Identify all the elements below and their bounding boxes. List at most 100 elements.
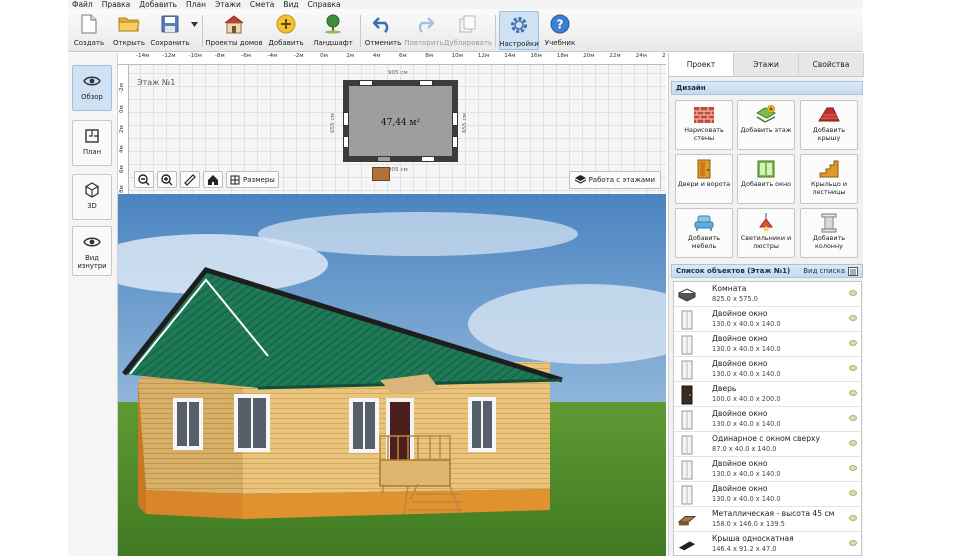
add-button[interactable]: Добавить xyxy=(268,11,304,50)
zoom-out-button[interactable] xyxy=(134,171,154,188)
settings-button[interactable]: Настройки xyxy=(499,11,539,50)
ruler-tick: -2м xyxy=(119,83,125,93)
tab-properties[interactable]: Свойства xyxy=(799,53,864,76)
object-list-item[interactable]: Крыша односкатная 146.4 x 91.2 x 47.0 xyxy=(674,532,861,555)
add-floor-button[interactable]: Добавить этаж xyxy=(737,100,795,150)
visibility-toggle-icon[interactable] xyxy=(849,490,857,496)
object-list-item[interactable]: Двойное окно 130.0 x 40.0 x 140.0 xyxy=(674,332,861,357)
menu-file[interactable]: Файл xyxy=(72,0,93,9)
object-list-item[interactable]: Одинарное с окном сверху 87.0 x 40.0 x 14… xyxy=(674,432,861,457)
create-button[interactable]: Создать xyxy=(72,11,106,50)
menu-edit[interactable]: Правка xyxy=(102,0,131,9)
save-button[interactable]: Сохранить xyxy=(150,11,190,50)
object-size: 130.0 x 40.0 x 140.0 xyxy=(712,345,781,353)
redo-button[interactable]: Повторить xyxy=(404,11,444,50)
room-area-label: 47,44 м² xyxy=(380,118,421,128)
visibility-toggle-icon[interactable] xyxy=(849,315,857,321)
visibility-toggle-icon[interactable] xyxy=(849,465,857,471)
object-size: 825.0 x 575.0 xyxy=(712,295,758,303)
visibility-toggle-icon[interactable] xyxy=(849,390,857,396)
tutorial-button[interactable]: ? Учебник xyxy=(542,11,578,50)
object-list-item[interactable]: Двойное окно 130.0 x 40.0 x 140.0 xyxy=(674,407,861,432)
floors-work-button[interactable]: Работа с этажами xyxy=(568,171,661,189)
plan-window[interactable] xyxy=(419,80,433,86)
save-dropdown-arrow[interactable] xyxy=(190,11,198,50)
menu-plan[interactable]: План xyxy=(186,0,206,9)
plan-door[interactable] xyxy=(377,156,391,162)
add-column-button[interactable]: Добавить колонну xyxy=(800,208,858,258)
open-button[interactable]: Открыть xyxy=(112,11,146,50)
svg-text:?: ? xyxy=(557,18,564,32)
inside-view-button[interactable]: Вид изнутри xyxy=(72,226,112,276)
add-roof-button[interactable]: Добавить крышу xyxy=(800,100,858,150)
doors-gates-button[interactable]: Двери и ворота xyxy=(675,154,733,204)
zoom-out-icon xyxy=(138,173,150,185)
ruler-tick: 0м xyxy=(119,105,125,113)
visibility-toggle-icon[interactable] xyxy=(849,290,857,296)
plan-window[interactable] xyxy=(421,156,435,162)
floor-plan-canvas[interactable]: -14м -12м -10м -8м -6м -4м -2м 0м 2м 4м 6м 8м 10м 12м… xyxy=(118,53,666,194)
visibility-toggle-icon[interactable] xyxy=(849,340,857,346)
menu-help[interactable]: Справка xyxy=(308,0,341,9)
house-projects-button[interactable]: Проекты домов xyxy=(205,11,263,50)
tab-floors[interactable]: Этажи xyxy=(734,53,799,76)
visibility-toggle-icon[interactable] xyxy=(849,365,857,371)
dimensions-button[interactable]: Размеры xyxy=(226,171,279,188)
3d-view-button[interactable]: 3D xyxy=(72,174,112,220)
add-furniture-button[interactable]: Добавить мебель xyxy=(675,208,733,258)
home-view-button[interactable] xyxy=(203,171,223,188)
right-panel: Проект Этажи Свойства Дизайн Нарисовать … xyxy=(668,53,864,556)
visibility-toggle-icon[interactable] xyxy=(849,540,857,546)
plan-view-button[interactable]: План xyxy=(72,120,112,166)
add-window-button[interactable]: Добавить окно xyxy=(737,154,795,204)
undo-button[interactable]: Отменить xyxy=(365,11,401,50)
tab-project[interactable]: Проект xyxy=(669,53,734,76)
object-name: Двойное окно xyxy=(712,309,768,318)
object-name: Крыша односкатная xyxy=(712,534,794,543)
window-icon xyxy=(678,360,696,379)
plan-window[interactable] xyxy=(359,80,373,86)
plan-window[interactable] xyxy=(343,136,349,148)
overview-button[interactable]: Обзор xyxy=(72,65,112,111)
3d-viewport[interactable] xyxy=(118,194,666,556)
landscape-button[interactable]: Ландшафт xyxy=(313,11,353,50)
window-icon xyxy=(678,310,696,329)
object-list-item[interactable]: Дверь 100.0 x 40.0 x 200.0 xyxy=(674,382,861,407)
zoom-in-button[interactable] xyxy=(157,171,177,188)
window-3d xyxy=(234,394,270,452)
window-icon xyxy=(678,335,696,354)
object-list-item[interactable]: Двойное окно 130.0 x 40.0 x 140.0 xyxy=(674,482,861,507)
lights-chandeliers-button[interactable]: Светильники и люстры xyxy=(737,208,795,258)
duplicate-button[interactable]: Дублировать xyxy=(444,11,492,50)
menu-floors[interactable]: Этажи xyxy=(215,0,241,9)
ruler-tick: -10м xyxy=(188,53,202,59)
stairs-icon xyxy=(818,159,840,179)
object-list-item[interactable]: Металлическая - высота 45 см 158.0 x 146.… xyxy=(674,507,861,532)
object-list-item[interactable]: Комната 825.0 x 575.0 xyxy=(674,282,861,307)
visibility-toggle-icon[interactable] xyxy=(849,515,857,521)
object-name: Двойное окно xyxy=(712,459,768,468)
plan-porch[interactable] xyxy=(372,167,390,181)
object-list-item[interactable]: Двойное окно 130.0 x 40.0 x 140.0 xyxy=(674,357,861,382)
menu-view[interactable]: Вид xyxy=(283,0,298,9)
object-list: Комната 825.0 x 575.0 Двойное окно 130.0 x … xyxy=(673,281,862,556)
visibility-toggle-icon[interactable] xyxy=(849,440,857,446)
visibility-toggle-icon[interactable] xyxy=(849,415,857,421)
panel-tabs: Проект Этажи Свойства xyxy=(669,53,864,77)
draw-walls-button[interactable]: Нарисовать стены xyxy=(675,100,733,150)
object-list-item[interactable]: Двойное окно 130.0 x 40.0 x 140.0 xyxy=(674,457,861,482)
menu-add[interactable]: Добавить xyxy=(139,0,177,9)
plan-window[interactable] xyxy=(452,112,458,126)
window-3d xyxy=(468,397,496,452)
plan-window[interactable] xyxy=(452,136,458,148)
ruler-tick: -2м xyxy=(293,53,304,59)
object-size: 130.0 x 40.0 x 140.0 xyxy=(712,495,781,503)
porch-stairs-button[interactable]: Крыльцо и лестницы xyxy=(800,154,858,204)
menu-estimate[interactable]: Смета xyxy=(250,0,274,9)
measure-button[interactable] xyxy=(180,171,200,188)
view-list-toggle[interactable]: Вид списка xyxy=(803,266,858,276)
roof-icon xyxy=(678,535,696,554)
room-outline[interactable]: 47,44 м² xyxy=(343,80,458,162)
redo-icon xyxy=(413,13,435,35)
object-list-item[interactable]: Двойное окно 130.0 x 40.0 x 140.0 xyxy=(674,307,861,332)
